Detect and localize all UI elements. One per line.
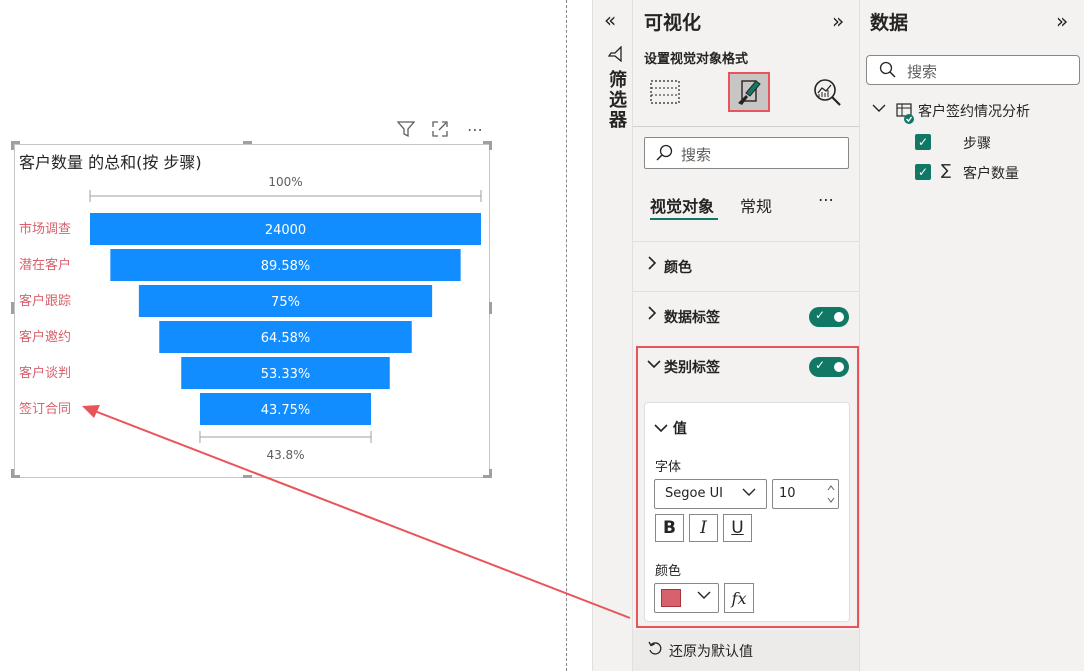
category-label: 市场调查 <box>19 221 71 237</box>
format-visual-icon[interactable] <box>728 72 770 112</box>
collapse-filter-pane-icon[interactable]: « <box>604 8 616 32</box>
build-visual-icon[interactable] <box>644 72 686 112</box>
collapse-visualizations-icon[interactable]: » <box>832 9 844 33</box>
category-label: 客户邀约 <box>19 329 71 345</box>
analytics-icon[interactable] <box>806 72 848 112</box>
tab-general[interactable]: 常规 <box>740 193 772 217</box>
data-label: 89.58% <box>261 259 311 274</box>
data-labels-toggle[interactable]: ✓ <box>809 307 849 327</box>
table-icon <box>896 103 916 129</box>
data-search-input[interactable]: 搜索 <box>866 55 1080 85</box>
visualizations-title: 可视化 <box>644 12 702 34</box>
field-name: 客户数量 <box>963 166 1019 182</box>
checkbox-checked-icon[interactable]: ✓ <box>915 134 931 150</box>
data-label: 64.58% <box>261 331 311 346</box>
data-label: 75% <box>271 295 300 310</box>
reset-label: 还原为默认值 <box>669 644 753 660</box>
divider <box>633 126 859 127</box>
funnel-chart: 100% 24000 市场调查 89.58% 潜在客户 75% 客户跟踪 64.58% 客户邀约… <box>19 175 482 462</box>
check-icon: ✓ <box>815 308 826 322</box>
search-icon <box>879 61 897 83</box>
filter-pane-label[interactable]: 筛选器 <box>603 70 629 130</box>
field-name: 步骤 <box>963 136 991 152</box>
chevron-right-icon <box>647 306 657 324</box>
section-label: 数据标签 <box>664 310 720 326</box>
more-options-icon[interactable]: ⋯ <box>818 190 835 209</box>
section-colors[interactable]: 颜色 <box>633 241 859 291</box>
search-icon <box>655 144 673 166</box>
active-tab-indicator <box>650 218 718 220</box>
category-label: 潜在客户 <box>19 257 71 273</box>
search-placeholder: 搜索 <box>681 146 712 164</box>
filter-funnel-icon <box>606 45 624 66</box>
data-label: 53.33% <box>261 367 311 382</box>
checkbox-checked-icon[interactable]: ✓ <box>915 164 931 180</box>
section-data-labels[interactable]: 数据标签 ✓ <box>633 291 859 341</box>
category-label: 签订合同 <box>19 401 71 417</box>
chevron-right-icon <box>647 256 657 274</box>
top-percent-label: 100% <box>268 175 302 189</box>
chevron-down-icon[interactable] <box>872 102 886 118</box>
search-placeholder: 搜索 <box>907 63 938 81</box>
format-search-input[interactable]: 搜索 <box>644 137 849 169</box>
bottom-percent-label: 43.8% <box>266 448 304 462</box>
data-label: 24000 <box>265 223 306 238</box>
tab-visual[interactable]: 视觉对象 <box>650 193 714 217</box>
toggle-knob <box>834 312 844 322</box>
reset-to-default-button[interactable]: 还原为默认值 <box>633 630 859 671</box>
format-visual-subtitle: 设置视觉对象格式 <box>644 52 749 67</box>
category-label: 客户跟踪 <box>19 293 71 309</box>
highlight-box <box>636 346 859 628</box>
collapse-data-pane-icon[interactable]: » <box>1056 9 1068 33</box>
category-label: 客户谈判 <box>19 365 71 381</box>
sigma-icon: ∑ <box>941 161 952 179</box>
undo-icon <box>647 640 663 660</box>
data-pane-title: 数据 <box>870 12 909 34</box>
data-label: 43.75% <box>261 403 311 418</box>
table-name: 客户签约情况分析 <box>918 104 1030 120</box>
section-label: 颜色 <box>664 260 692 276</box>
